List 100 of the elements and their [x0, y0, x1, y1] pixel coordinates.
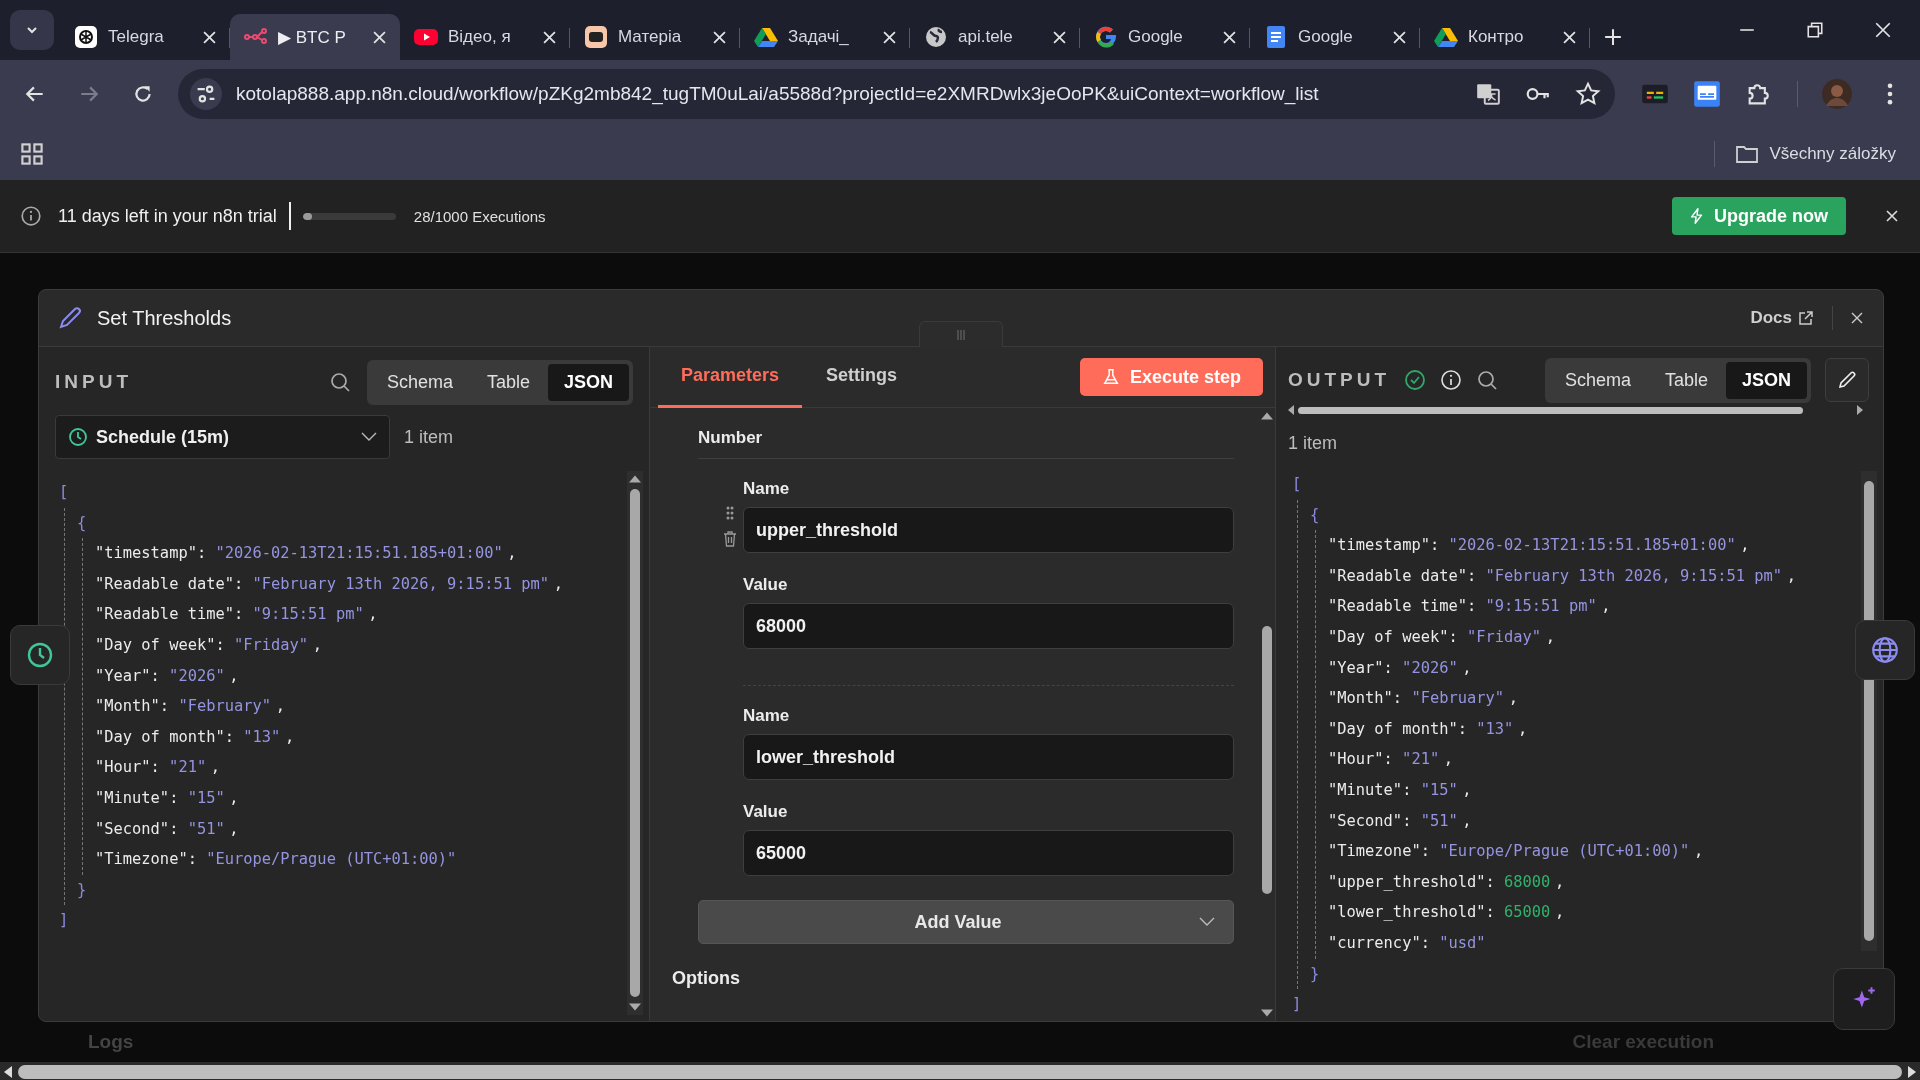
search-icon[interactable]: [1476, 369, 1499, 391]
search-icon[interactable]: [328, 371, 351, 393]
close-icon[interactable]: [1874, 21, 1892, 39]
panel-tab[interactable]: Settings: [802, 346, 922, 408]
json-key: "Second":: [95, 813, 179, 845]
close-icon[interactable]: [1223, 30, 1236, 44]
browser-tab[interactable]: Google: [1080, 14, 1250, 60]
json-value: "9:15:51 pm": [252, 604, 364, 626]
browser-tab[interactable]: Контро: [1420, 14, 1590, 60]
arrow-down-icon[interactable]: [629, 1003, 641, 1011]
restore-icon[interactable]: [1806, 21, 1824, 39]
close-icon[interactable]: [1886, 210, 1898, 222]
scrollbar[interactable]: [0, 1062, 1920, 1080]
apps-icon[interactable]: [20, 142, 44, 166]
json-value: "February 13th 2026, 9:15:51 pm": [252, 573, 549, 595]
edit-button[interactable]: [1825, 358, 1869, 402]
value-input[interactable]: 65000: [743, 830, 1234, 876]
grip-icon: [955, 328, 967, 341]
app-icon: [584, 25, 608, 49]
assistant-button[interactable]: [1833, 968, 1895, 1030]
json-key: "Hour":: [1328, 744, 1393, 775]
browser-tab[interactable]: Задачі_: [740, 14, 910, 60]
close-icon[interactable]: [1851, 312, 1863, 324]
json-value: "Europe/Prague (UTC+01:00)": [206, 849, 457, 871]
docs-link[interactable]: Docs: [1750, 308, 1814, 328]
star-icon[interactable]: [1575, 81, 1601, 107]
json-value: "15": [187, 787, 225, 809]
caret-icon: [1199, 917, 1215, 927]
knot-icon: [74, 25, 98, 49]
arrow-right-icon[interactable]: [1908, 1066, 1916, 1078]
close-icon[interactable]: [1053, 30, 1066, 44]
json-bracket: ]: [59, 910, 69, 932]
bookmarks-folder[interactable]: Všechny záložky: [1735, 144, 1896, 164]
view-tab[interactable]: Schema: [370, 363, 469, 401]
document-icon: [1264, 25, 1288, 49]
arrow-up-icon[interactable]: [1261, 412, 1273, 420]
json-value: "21": [169, 757, 207, 779]
view-tab[interactable]: Schema: [1548, 361, 1647, 399]
reload-icon[interactable]: [132, 83, 154, 105]
close-icon[interactable]: [713, 30, 726, 44]
pencil-icon: [1837, 370, 1857, 390]
arrow-up-icon[interactable]: [629, 475, 641, 483]
json-key: "Readable date":: [1328, 560, 1477, 592]
browser-tab[interactable]: Telegra: [60, 14, 230, 60]
json-value: "21": [1402, 749, 1440, 771]
json-value: "2026-02-13T21:15:51.185+01:00": [215, 543, 503, 565]
browser-tab[interactable]: Матеріа: [570, 14, 740, 60]
trash-icon[interactable]: [723, 531, 737, 547]
name-input[interactable]: lower_threshold: [743, 734, 1234, 780]
executions-count: 28/1000 Executions: [413, 207, 546, 225]
browser-tab[interactable]: ▶ BTC P: [230, 14, 400, 60]
arrow-left-icon[interactable]: [1288, 405, 1294, 415]
drag-handle-icon[interactable]: [725, 505, 735, 521]
address-bar[interactable]: kotolap888.app.n8n.cloud/workflow/pZKg2mb842_tugTM0uLai/a5588d?projectId=e2XMRDwlx3jeOoPK&uiContext=workflow_list: [178, 69, 1615, 119]
globe-button[interactable]: [1855, 620, 1915, 680]
value-input[interactable]: 68000: [743, 603, 1234, 649]
node-select[interactable]: Schedule (15m): [55, 415, 390, 459]
close-icon[interactable]: [883, 30, 896, 44]
browser-tab[interactable]: Відео, я: [400, 14, 570, 60]
json-comma: ,: [1462, 657, 1472, 679]
arrow-left-icon[interactable]: [4, 1066, 12, 1078]
json-key: "Readable date":: [95, 568, 244, 600]
translate-icon[interactable]: [1475, 81, 1501, 107]
close-icon[interactable]: [1563, 30, 1576, 44]
section-title: Options: [672, 968, 741, 989]
arrow-right-icon[interactable]: [1857, 405, 1863, 415]
view-tab[interactable]: Table: [470, 363, 546, 401]
view-tab[interactable]: JSON: [1725, 361, 1807, 399]
arrow-down-icon[interactable]: [1261, 1009, 1273, 1017]
json-key: "timestamp":: [1328, 530, 1440, 561]
panel-tab[interactable]: Parameters: [658, 346, 803, 408]
trigger-node-button[interactable]: [10, 625, 70, 685]
json-comma: ,: [1462, 779, 1472, 801]
url-text: kotolap888.app.n8n.cloud/workflow/pZKg2mb842_tugTM0uLai/a5588d?projectId=e2XMRDwlx3jeOoPK&uiContext=workflow_list: [236, 83, 1320, 105]
captions-icon[interactable]: [1693, 80, 1721, 108]
site-settings-icon[interactable]: [190, 78, 222, 110]
json-value: "Friday": [233, 634, 309, 656]
name-input[interactable]: upper_threshold: [743, 507, 1234, 553]
json-value: "9:15:51 pm": [1485, 596, 1597, 618]
json-comma: ,: [1555, 871, 1565, 893]
caret-icon: [361, 432, 377, 442]
close-icon[interactable]: [543, 30, 556, 44]
folder-icon: [1735, 144, 1760, 164]
close-icon[interactable]: [203, 30, 216, 44]
view-tab[interactable]: JSON: [547, 363, 629, 401]
json-value: "usd": [1439, 932, 1486, 954]
browser-tab[interactable]: api.tele: [910, 14, 1080, 60]
json-comma: ,: [210, 757, 221, 779]
json-key: "Year":: [1328, 652, 1393, 684]
add-value-dropdown[interactable]: Add Value: [698, 900, 1234, 944]
close-icon[interactable]: [373, 30, 386, 44]
resize-handle[interactable]: [919, 321, 1003, 347]
trial-message: 11 days left in your n8n trial: [58, 205, 277, 227]
new-tab-icon[interactable]: [1604, 28, 1622, 46]
close-icon[interactable]: [1393, 30, 1406, 44]
info-icon[interactable]: [1440, 369, 1463, 391]
view-tab[interactable]: Table: [1648, 361, 1724, 399]
browser-tab[interactable]: Google: [1250, 14, 1420, 60]
scrollbar[interactable]: [627, 471, 643, 1015]
triangle-icon: [754, 25, 778, 49]
